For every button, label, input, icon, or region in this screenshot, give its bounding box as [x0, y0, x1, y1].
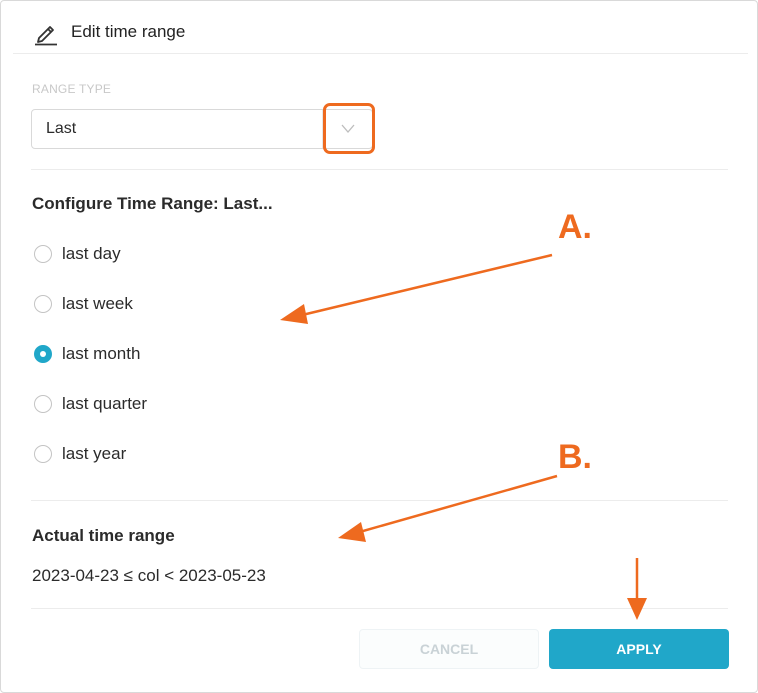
actual-range-title: Actual time range [32, 526, 175, 545]
range-type-select[interactable]: Last [31, 109, 373, 149]
pencil-icon [35, 26, 57, 46]
radio-label: last month [62, 344, 141, 363]
radio-button[interactable] [34, 445, 52, 463]
dialog-title: Edit time range [71, 22, 186, 41]
divider [31, 608, 728, 609]
radio-label: last week [62, 294, 133, 313]
range-type-value: Last [46, 120, 77, 137]
radio-label: last day [62, 244, 121, 263]
divider [31, 500, 728, 501]
radio-button[interactable] [34, 245, 52, 263]
range-type-label: RANGE TYPE [32, 82, 112, 96]
annotation-label-a: A. [558, 208, 592, 246]
radio-button[interactable] [34, 295, 52, 313]
apply-button[interactable]: APPLY [549, 629, 729, 669]
radio-button[interactable] [34, 395, 52, 413]
actual-range-value: 2023-04-23 ≤ col < 2023-05-23 [32, 566, 266, 585]
radio-button-checked[interactable] [34, 345, 52, 363]
annotation-label-b: B. [558, 438, 592, 476]
radio-label: last quarter [62, 394, 148, 413]
radio-label: last year [62, 444, 127, 463]
configure-section-title: Configure Time Range: Last... [32, 194, 273, 213]
edit-time-range-dialog: Edit time range RANGE TYPE Last Configur… [0, 0, 758, 693]
cancel-button[interactable]: CANCEL [359, 629, 539, 669]
dialog-header: Edit time range [13, 1, 748, 54]
chevron-highlight-box [323, 103, 375, 154]
divider [31, 169, 728, 170]
